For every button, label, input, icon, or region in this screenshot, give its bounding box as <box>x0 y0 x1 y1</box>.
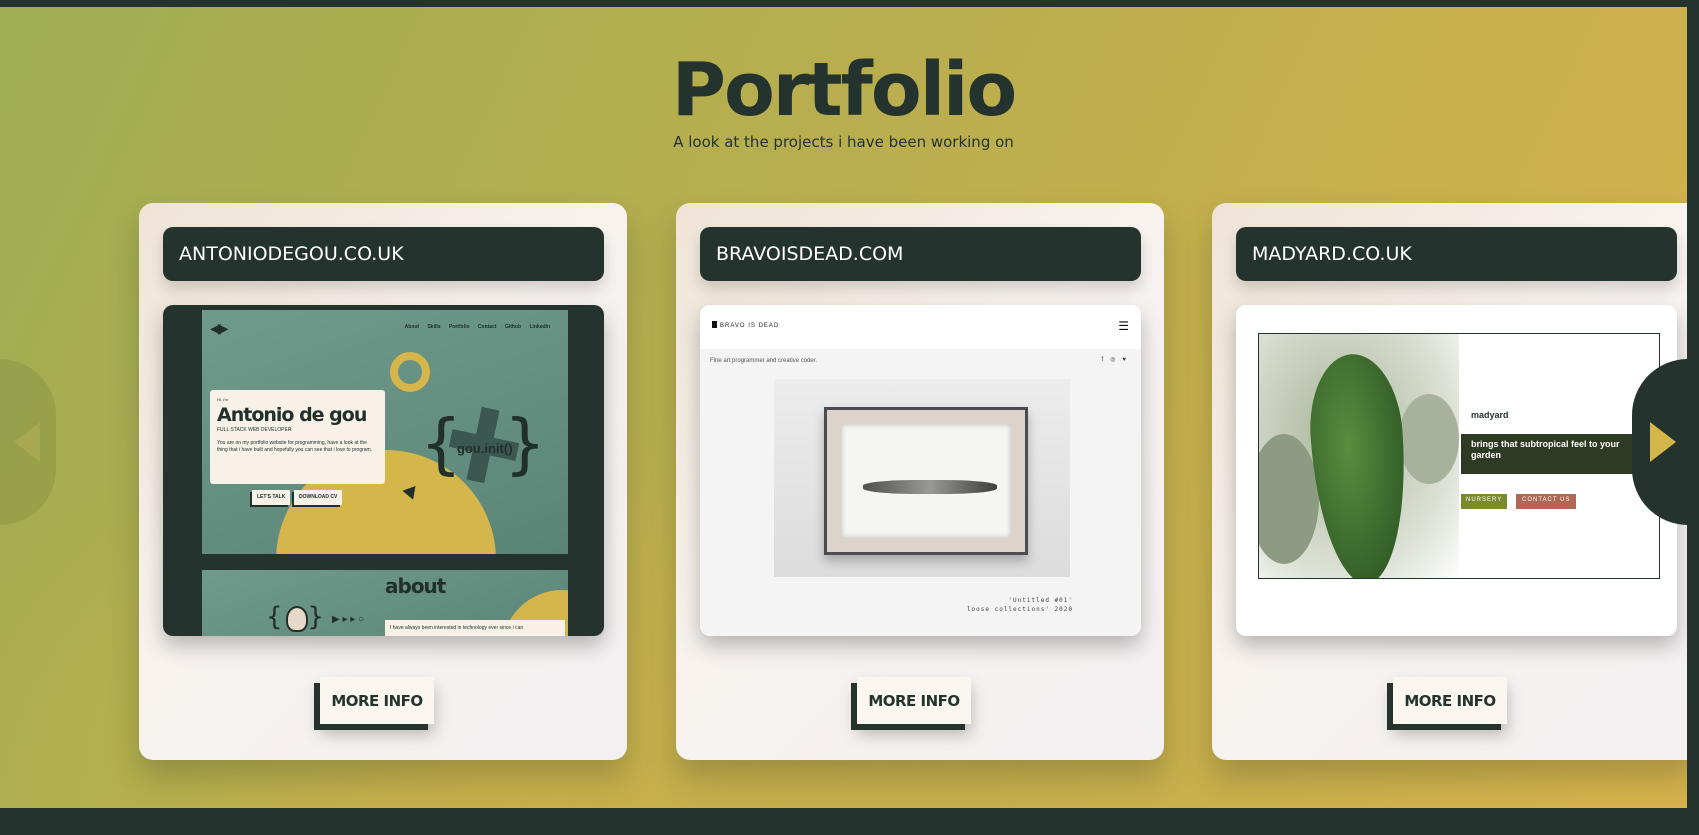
preview-cv-button: DOWNLOAD CV <box>294 490 343 505</box>
preview-about-screen: { } ▶ ▸ ▸ ○ about I have always been int… <box>202 570 568 636</box>
social-icons: f◎♥ <box>1101 357 1133 363</box>
picture-frame <box>824 407 1028 555</box>
preview-intro-card: Hi, i'm Antonio de gou FULL STACK WEB DE… <box>210 390 385 484</box>
logo-icon: ◀▶ <box>210 320 228 336</box>
preview-nav-item: Github <box>504 324 522 330</box>
more-info-button[interactable]: MORE INFO <box>857 677 971 724</box>
preview-nav-item: About <box>404 324 420 330</box>
preview-nav-item: Contact <box>477 324 497 330</box>
preview-tagline: Fine art programmer and creative coder. <box>710 358 818 364</box>
preview-content: Fine art programmer and creative coder. … <box>700 349 1141 636</box>
preview-contact-button: CONTACT US <box>1516 494 1577 509</box>
brush-stroke <box>863 480 997 494</box>
ring-decoration <box>390 352 430 392</box>
project-card-madyard: MADYARD.CO.UK madyard brings that subtro… <box>1212 203 1687 760</box>
preview-nav-item: Portfolio <box>448 324 470 330</box>
preview-topbar: BRAVO IS DEAD ☰ <box>700 305 1141 349</box>
more-info-button[interactable]: MORE INFO <box>320 677 434 724</box>
preview-about-heading: about <box>385 574 446 598</box>
arrow-right-icon <box>1650 422 1676 462</box>
preview-hero: madyard brings that subtropical feel to … <box>1258 333 1660 579</box>
preview-hero-screen: ◀▶ About Skills Portfolio Contact Github… <box>202 310 568 554</box>
project-card-bravoisdead: BRAVOISDEAD.COM BRAVO IS DEAD ☰ Fine art… <box>676 203 1164 760</box>
project-card-antoniodegou: ANTONIODEGOU.CO.UK ◀▶ About Skills Portf… <box>139 203 627 760</box>
project-preview-image: ◀▶ About Skills Portfolio Contact Github… <box>163 305 604 636</box>
preview-talk-button: LET'S TALK <box>252 490 291 505</box>
project-preview-image: madyard brings that subtropical feel to … <box>1236 305 1677 636</box>
preview-name: Antonio de gou <box>217 404 367 426</box>
portfolio-section: Portfolio A look at the projects i have … <box>0 7 1687 808</box>
arrow-left-icon <box>14 422 40 462</box>
hamburger-menu-icon: ☰ <box>1118 319 1129 333</box>
caption-line: 'Untitled #01' <box>1008 597 1073 604</box>
more-info-button[interactable]: MORE INFO <box>1393 677 1507 724</box>
preview-nursery-button: NURSERY <box>1461 494 1508 509</box>
frame-canvas <box>841 424 1011 538</box>
preview-nav-item: Skills <box>427 324 441 330</box>
preview-nav: About Skills Portfolio Contact Github Li… <box>398 324 550 330</box>
page-subtitle: A look at the projects i have been worki… <box>673 133 1014 151</box>
page-title: Portfolio <box>671 47 1018 133</box>
preview-brand: BRAVO IS DEAD <box>712 321 779 329</box>
artwork-photo <box>774 379 1070 577</box>
preview-body: You are on my portfolio website for prog… <box>217 440 373 453</box>
scrollbar-track[interactable] <box>1687 0 1699 835</box>
leaf-shape <box>1399 394 1459 484</box>
caption-line: loose collections' 2020 <box>966 606 1073 613</box>
preview-brand-text: BRAVO IS DEAD <box>720 323 780 329</box>
arrows-icon: ▶ ▸ ▸ ○ <box>332 614 365 625</box>
avatar <box>286 606 308 632</box>
preview-about-text: I have always been interested in technol… <box>385 620 565 636</box>
preview-code-text: gou.init() <box>457 441 513 456</box>
preview-nav-item: LinkedIn <box>529 324 550 330</box>
card-title: BRAVOISDEAD.COM <box>700 227 1141 281</box>
preview-brand: madyard <box>1471 410 1509 420</box>
carousel-prev-button[interactable] <box>0 359 56 525</box>
preview-greeting: Hi, i'm <box>217 397 228 402</box>
card-title: ANTONIODEGOU.CO.UK <box>163 227 604 281</box>
logo-icon <box>712 321 717 328</box>
preview-role: FULL STACK WEB DEVELOPER <box>217 427 292 433</box>
preview-headline: brings that subtropical feel to your gar… <box>1461 434 1659 474</box>
bottom-bar <box>0 808 1699 835</box>
artwork-caption: 'Untitled #01' loose collections' 2020 <box>967 596 1073 614</box>
project-preview-image: BRAVO IS DEAD ☰ Fine art programmer and … <box>700 305 1141 636</box>
card-title: MADYARD.CO.UK <box>1236 227 1677 281</box>
